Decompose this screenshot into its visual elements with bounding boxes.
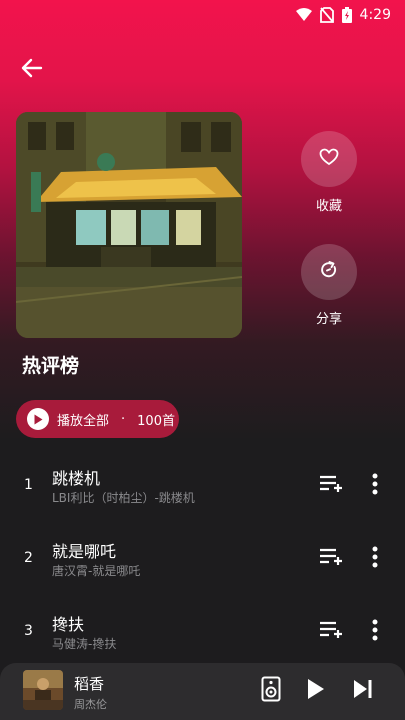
song-row[interactable]: 3 搀扶 马健涛-搀扶 — [0, 605, 405, 661]
more-vertical-icon — [372, 619, 378, 645]
song-row[interactable]: 2 就是哪吒 唐汉霄-就是哪吒 — [0, 532, 405, 588]
share-button[interactable] — [301, 244, 357, 300]
play-all-button[interactable]: 播放全部 · 100首 — [16, 400, 179, 438]
mini-player[interactable]: 稻香 周杰伦 — [0, 663, 405, 720]
now-playing-artist: 周杰伦 — [74, 698, 107, 711]
next-button[interactable] — [350, 677, 376, 705]
status-bar: 4:29 — [0, 0, 405, 30]
playlist-add-icon — [319, 621, 345, 643]
battery-charging-icon — [341, 7, 352, 23]
song-row[interactable]: 1 跳楼机 LBI利比（时柏尘）-跳楼机 — [0, 459, 405, 515]
arrow-left-icon — [21, 58, 43, 82]
status-time: 4:29 — [359, 7, 391, 23]
add-to-playlist-button[interactable] — [318, 546, 346, 572]
back-button[interactable] — [14, 54, 50, 86]
now-playing-album-art — [23, 670, 63, 710]
heart-icon — [319, 148, 339, 170]
share-icon — [319, 260, 339, 284]
more-vertical-icon — [372, 546, 378, 572]
song-index: 1 — [24, 477, 33, 493]
now-playing-title: 稻香 — [74, 675, 105, 693]
song-count: 100首 — [137, 413, 175, 429]
share-action[interactable]: 分享 — [300, 244, 358, 327]
play-all-label: 播放全部 — [57, 413, 110, 429]
song-subtitle: 唐汉霄-就是哪吒 — [52, 564, 141, 578]
song-index: 2 — [24, 550, 33, 566]
no-sim-icon — [319, 7, 334, 23]
more-vertical-icon — [372, 473, 378, 499]
speaker-button[interactable] — [258, 676, 284, 706]
more-options-button[interactable] — [365, 544, 385, 574]
share-label: 分享 — [315, 312, 342, 327]
play-icon — [307, 678, 325, 704]
add-to-playlist-button[interactable] — [318, 473, 346, 499]
more-options-button[interactable] — [365, 471, 385, 501]
playlist-title: 热评榜 — [22, 355, 80, 377]
favorite-label: 收藏 — [315, 199, 342, 214]
playlist-cover-image — [16, 112, 242, 338]
play-circle-icon — [27, 408, 49, 430]
playlist-add-icon — [319, 475, 345, 497]
play-all-separator: · — [121, 411, 126, 427]
playlist-add-icon — [319, 548, 345, 570]
more-options-button[interactable] — [365, 617, 385, 647]
favorite-action[interactable]: 收藏 — [300, 131, 358, 214]
skip-next-icon — [353, 679, 373, 703]
speaker-icon — [261, 676, 281, 706]
play-button[interactable] — [303, 677, 329, 705]
song-title: 搀扶 — [52, 615, 85, 634]
add-to-playlist-button[interactable] — [318, 619, 346, 645]
song-subtitle: 马健涛-搀扶 — [52, 637, 117, 651]
favorite-button[interactable] — [301, 131, 357, 187]
song-index: 3 — [24, 623, 33, 639]
song-subtitle: LBI利比（时柏尘）-跳楼机 — [52, 491, 195, 505]
song-title: 就是哪吒 — [52, 542, 117, 561]
song-title: 跳楼机 — [52, 469, 101, 488]
wifi-icon — [295, 8, 312, 22]
